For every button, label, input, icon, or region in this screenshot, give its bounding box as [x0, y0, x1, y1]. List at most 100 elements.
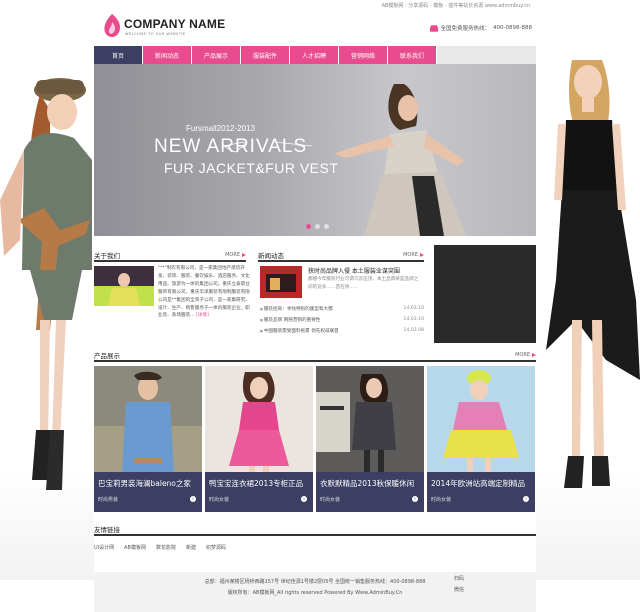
- news-feature-image[interactable]: [260, 266, 302, 298]
- arrow-right-icon: [242, 253, 246, 257]
- hotline: 全国免费服务热线： 400-0898-888: [429, 24, 532, 32]
- product-image: [427, 366, 535, 472]
- news-item-title: 中国服装需受面料拖累 领先权威联首: [260, 328, 339, 334]
- banner-dot[interactable]: [306, 224, 311, 229]
- hero-banner[interactable]: Fursmall2012-2013 NEW ARRIVALS FUR JACKE…: [94, 64, 536, 236]
- news-list: 服装招商：寻找特别的版型和大都 14.03.10 服装品牌 网络营销的重要性 14.…: [260, 303, 424, 336]
- news-list-item[interactable]: 中国服装需受面料拖累 领先权威联首 14.03.08: [260, 325, 424, 336]
- news-heading: 新闻动态: [258, 252, 284, 260]
- banner-title-secondary: FUR JACKET&FUR VEST: [164, 160, 339, 176]
- news-list-item[interactable]: 服装招商：寻找特别的版型和大都 14.03.10: [260, 303, 424, 314]
- right-model-image: [536, 20, 640, 500]
- product-info: 巴宝莉男装海澜baleno之家 时尚男装 ›: [94, 472, 202, 512]
- hotline-label: 全国免费服务热线：: [440, 26, 491, 32]
- links-heading: 友情链接: [94, 526, 120, 534]
- product-card[interactable]: 衣默默精品2013秋保暖休闲 时尚女装 ›: [316, 366, 424, 512]
- friend-link[interactable]: 数花影院: [156, 544, 176, 551]
- news-more-label: MORE: [403, 252, 418, 258]
- product-image: [94, 366, 202, 472]
- nav-item-home[interactable]: 首页: [94, 46, 142, 64]
- friend-link[interactable]: 新建: [186, 544, 196, 551]
- logo[interactable]: COMPANY NAME WELCOME TO OUR WEBSITE: [98, 12, 226, 42]
- side-note: 扫码 微信: [454, 574, 464, 596]
- side-note-line: 扫码: [454, 576, 465, 582]
- nav-item-news[interactable]: 新闻动态: [143, 46, 191, 64]
- friend-links: UI设计网 AB模板网 数花影院 新建 织梦源码: [94, 544, 536, 551]
- page-container: AB模板网 : 分享源码 - 模板 - 插件等站长资源 www.adminbuy…: [94, 0, 536, 612]
- banner-subtitle: Fursmall2012-2013: [186, 124, 255, 133]
- about-details-link[interactable]: [详情]: [196, 313, 209, 318]
- hotline-number: 400-0898-888: [493, 25, 532, 31]
- nav-filler: [437, 46, 536, 64]
- phone-icon: [429, 24, 438, 32]
- news-item-date: 14.03.08: [403, 328, 424, 333]
- nav-item-network[interactable]: 营销网络: [339, 46, 387, 64]
- product-card[interactable]: 巴宝莉男装海澜baleno之家 时尚男装 ›: [94, 366, 202, 512]
- nav-item-products[interactable]: 产品展示: [192, 46, 240, 64]
- arrow-right-icon: [532, 353, 536, 357]
- arrow-right-icon[interactable]: ›: [190, 496, 196, 502]
- logo-flame-icon: [104, 14, 120, 37]
- arrow-right-icon[interactable]: ›: [301, 496, 307, 502]
- news-item-date: 14.03.10: [403, 306, 424, 311]
- about-text: "**"制衣有限公司，是一家集团地产建筑开发、装饰、服装、餐饮娱乐、酒店服务、文…: [158, 265, 252, 320]
- news-item-title: 服装招商：寻找特别的版型和大都: [260, 306, 333, 312]
- products-more-link[interactable]: MORE: [515, 352, 536, 358]
- arrow-right-icon[interactable]: ›: [523, 496, 529, 502]
- topbar-text: AB模板网 : 分享源码 - 模板 - 插件等站长资源 www.adminbuy…: [381, 3, 530, 9]
- products-more-label: MORE: [515, 352, 530, 358]
- banner-pagination: [306, 224, 329, 229]
- news-item-date: 14.03.10: [403, 317, 424, 322]
- nav-item-jobs[interactable]: 人才招聘: [290, 46, 338, 64]
- product-title: 2014年欧洲站高端定制精品: [431, 479, 526, 488]
- about-header: 关于我们 MORE: [94, 250, 246, 262]
- product-info: 2014年欧洲站高端定制精品 时尚女装 ›: [427, 472, 535, 512]
- product-image: [316, 366, 424, 472]
- about-image: [94, 266, 154, 306]
- news-more-link[interactable]: MORE: [403, 252, 424, 258]
- product-info: 鸭宝宝连衣裙2013专柜正品 时尚女装 ›: [205, 472, 313, 512]
- product-card[interactable]: 鸭宝宝连衣裙2013专柜正品 时尚女装 ›: [205, 366, 313, 512]
- banner-dot[interactable]: [315, 224, 320, 229]
- friend-link[interactable]: UI设计网: [94, 544, 114, 551]
- logo-name: COMPANY NAME: [124, 17, 226, 31]
- arrow-right-icon: [420, 253, 424, 257]
- product-card[interactable]: 2014年欧洲站高端定制精品 时尚女装 ›: [427, 366, 535, 512]
- logo-tagline: WELCOME TO OUR WEBSITE: [125, 32, 186, 36]
- arrow-right-icon[interactable]: ›: [412, 496, 418, 502]
- news-list-item[interactable]: 服装品牌 网络营销的重要性 14.03.10: [260, 314, 424, 325]
- links-header: 友情链接: [94, 524, 536, 536]
- products-grid: 巴宝莉男装海澜baleno之家 时尚男装 › 鸭宝宝连衣裙2013专柜正品 时尚…: [94, 366, 536, 512]
- main-nav: 首页 新闻动态 产品展示 服装配件 人才招聘 营销网络 联系我们: [94, 46, 536, 64]
- product-category: 时尚女装: [431, 497, 452, 503]
- friend-link[interactable]: 织梦源码: [206, 544, 226, 551]
- news-item-title: 服装品牌 网络营销的重要性: [260, 317, 321, 323]
- about-more-label: MORE: [225, 252, 240, 258]
- products-header: 产品展示 MORE: [94, 350, 536, 362]
- product-image: [205, 366, 313, 472]
- banner-title: NEW ARRIVALS: [154, 136, 308, 157]
- product-info: 衣默默精品2013秋保暖休闲 时尚女装 ›: [316, 472, 424, 512]
- about-body: "**"制衣有限公司，是一家集团地产建筑开发、装饰、服装、餐饮娱乐、酒店服务、文…: [158, 266, 250, 319]
- product-category: 时尚女装: [209, 497, 230, 503]
- side-note-line: 微信: [454, 587, 465, 593]
- product-title: 巴宝莉男装海澜baleno之家: [98, 479, 191, 488]
- footer-copyright: 版权所有：AB模板网_All rights reserved Powered B…: [227, 590, 403, 596]
- product-title: 鸭宝宝连衣裙2013专柜正品: [209, 479, 304, 488]
- footer: 总部：福州某楼区杨桥西路157号 世纪佳源1号楼2层05号 全国统一销售服务热线…: [94, 572, 536, 612]
- nav-item-contact[interactable]: 联系我们: [388, 46, 436, 64]
- promo-box: [434, 245, 536, 343]
- news-feature-desc: 都擅今年服装行业可谓乌云压顶，本土品牌将是品牌之间的竞争……首在将……: [308, 277, 419, 290]
- product-title: 衣默默精品2013秋保暖休闲: [320, 479, 415, 488]
- footer-address: 总部：福州某楼区杨桥西路157号 世纪佳源1号楼2层05号 全国统一销售服务热线…: [204, 579, 426, 585]
- about-more-link[interactable]: MORE: [225, 252, 246, 258]
- nav-item-accessories[interactable]: 服装配件: [241, 46, 289, 64]
- friend-link[interactable]: AB模板网: [124, 544, 146, 551]
- product-category: 时尚女装: [320, 497, 341, 503]
- product-category: 时尚男装: [98, 497, 119, 503]
- news-feature-title[interactable]: 狭时尚品牌入侵 本土服装业谋突围: [308, 266, 422, 275]
- news-header: 新闻动态 MORE: [258, 250, 424, 262]
- banner-dot[interactable]: [324, 224, 329, 229]
- left-model-image: [0, 20, 104, 500]
- about-heading: 关于我们: [94, 252, 120, 260]
